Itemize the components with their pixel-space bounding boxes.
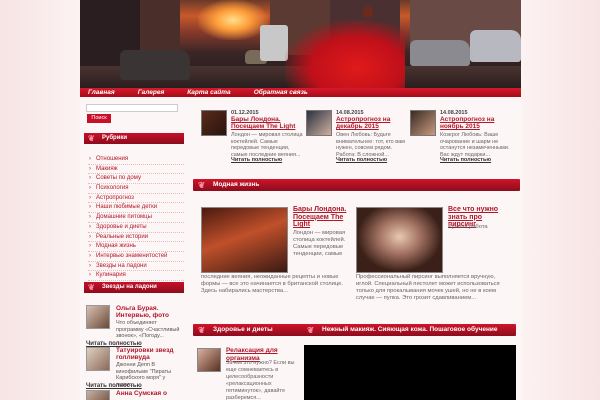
rubrics-list: Отношения Макияж Советы по дому Психолог… <box>88 155 184 281</box>
rubric-link[interactable]: Звезды на ладони <box>88 262 184 272</box>
post-excerpt: Что объединяет программу «Счастливый зво… <box>116 320 180 339</box>
butterfly-icon: ❦ <box>307 325 315 335</box>
featured-post: 01.12.2015 Бары Лондона. Посещаем The Li… <box>201 110 303 163</box>
search-button[interactable]: Поиск <box>87 114 111 123</box>
post-thumbnail[interactable] <box>306 110 332 136</box>
post-thumbnail[interactable] <box>201 110 227 136</box>
article-excerpt: Лондон — мировая столица коктейлей. Самы… <box>293 230 346 257</box>
rubrics-header: ❦ Рубрики <box>84 133 184 144</box>
header-banner <box>80 0 521 88</box>
rubric-link[interactable]: Макияж <box>88 165 184 175</box>
article-title[interactable]: Бары Лондона. Посещаем The Light <box>293 206 348 229</box>
section-title: Здоровье и диеты <box>213 326 273 333</box>
rubric-link[interactable]: Кулинария <box>88 271 184 281</box>
read-more-link[interactable]: Читать полностью <box>231 157 282 163</box>
search-input[interactable] <box>86 104 178 112</box>
nav-feedback[interactable]: Обратная связь <box>254 89 308 96</box>
butterfly-icon: ❦ <box>198 325 206 335</box>
nav-sitemap[interactable]: Карта сайта <box>187 89 230 96</box>
rubric-link[interactable]: Реальные истории <box>88 233 184 243</box>
post-excerpt: Козерог Любовь: Ваше очарование и шарм н… <box>440 132 510 158</box>
read-more-link[interactable]: Читать полностью <box>440 157 491 163</box>
post-title[interactable]: Астропрогноз на ноябрь 2015 <box>440 116 512 130</box>
read-more-link[interactable]: Читать полностью <box>86 383 142 389</box>
stars-title: Звезды на ладони <box>102 284 157 290</box>
nav-home[interactable]: Главная <box>88 89 115 96</box>
video-player[interactable] <box>304 345 516 400</box>
post-excerpt: Лондон — мировая столица коктейлей. Самы… <box>231 132 303 158</box>
butterfly-icon: ❦ <box>198 180 206 190</box>
post-thumbnail[interactable] <box>86 347 110 371</box>
rubric-link[interactable]: Модная жизнь <box>88 242 184 252</box>
nav-gallery[interactable]: Галерея <box>138 89 165 96</box>
sunset-glow <box>198 0 268 40</box>
butterfly-icon: ❦ <box>88 283 95 292</box>
section-title: Нежный макияж. Сияющая кожа. Пошаговое о… <box>322 326 498 333</box>
featured-post: 14.08.2015 Астропрогноз на ноябрь 2015 К… <box>410 110 512 163</box>
post-thumbnail[interactable] <box>86 390 110 400</box>
post-thumbnail[interactable] <box>86 305 110 329</box>
article-excerpt-continued: Профессиональный пирсинг выполняется вру… <box>356 274 500 301</box>
article-excerpt: Зачем это нужно? Если вы еще сомневаетес… <box>226 360 295 400</box>
post-title[interactable]: Ольга Бурая. Интервью, фото <box>116 305 184 319</box>
butterfly-icon: ❦ <box>88 134 95 143</box>
featured-post: 14.08.2015 Астропрогноз на декабрь 2015 … <box>306 110 408 163</box>
article-excerpt-continued: последние веяния, неожиданные рецепты и … <box>201 274 343 294</box>
rubric-link[interactable]: Астропрогноз <box>88 194 184 204</box>
post-title[interactable]: Астропрогноз на декабрь 2015 <box>336 116 408 130</box>
section-header-fashion: ❦ Модная жизнь <box>193 179 520 191</box>
page-container: Главная Галерея Карта сайта Обратная свя… <box>80 0 521 400</box>
rubric-link[interactable]: Домашние питомцы <box>88 213 184 223</box>
rubric-link[interactable]: Психология <box>88 184 184 194</box>
article-excerpt: Ручная работа <box>448 224 488 230</box>
woman-head <box>363 6 373 18</box>
rubric-link[interactable]: Отношения <box>88 155 184 165</box>
post-excerpt: Овен Любовь: Будьте внимательнее: тот, к… <box>336 132 405 158</box>
post-thumbnail[interactable] <box>410 110 436 136</box>
stars-header: ❦ Звезды на ладони <box>84 282 184 293</box>
article-image[interactable] <box>356 207 443 273</box>
post-title[interactable]: Бары Лондона. Посещаем The Light <box>231 116 303 130</box>
page-background-left <box>0 0 80 400</box>
main-navigation: Главная Галерея Карта сайта Обратная свя… <box>80 88 521 97</box>
section-header-makeup: ❦ Нежный макияж. Сияющая кожа. Пошаговое… <box>302 324 516 336</box>
rubric-link[interactable]: Наши любимые детки <box>88 203 184 214</box>
woman-in-red-dress <box>285 20 405 88</box>
rubric-link[interactable]: Здоровье и диеты <box>88 223 184 233</box>
rubric-link[interactable]: Советы по дому <box>88 174 184 185</box>
read-more-link[interactable]: Читать полностью <box>336 157 387 163</box>
section-title: Модная жизнь <box>213 181 260 188</box>
rubric-link[interactable]: Интервью знаменитостей <box>88 252 184 262</box>
article-image[interactable] <box>201 207 288 273</box>
post-title[interactable]: Анна Сумская о <box>116 390 184 397</box>
rubrics-title: Рубрики <box>102 135 128 141</box>
post-title[interactable]: Татуировки звезд голливуда <box>116 347 184 361</box>
page-background-right <box>520 0 600 400</box>
